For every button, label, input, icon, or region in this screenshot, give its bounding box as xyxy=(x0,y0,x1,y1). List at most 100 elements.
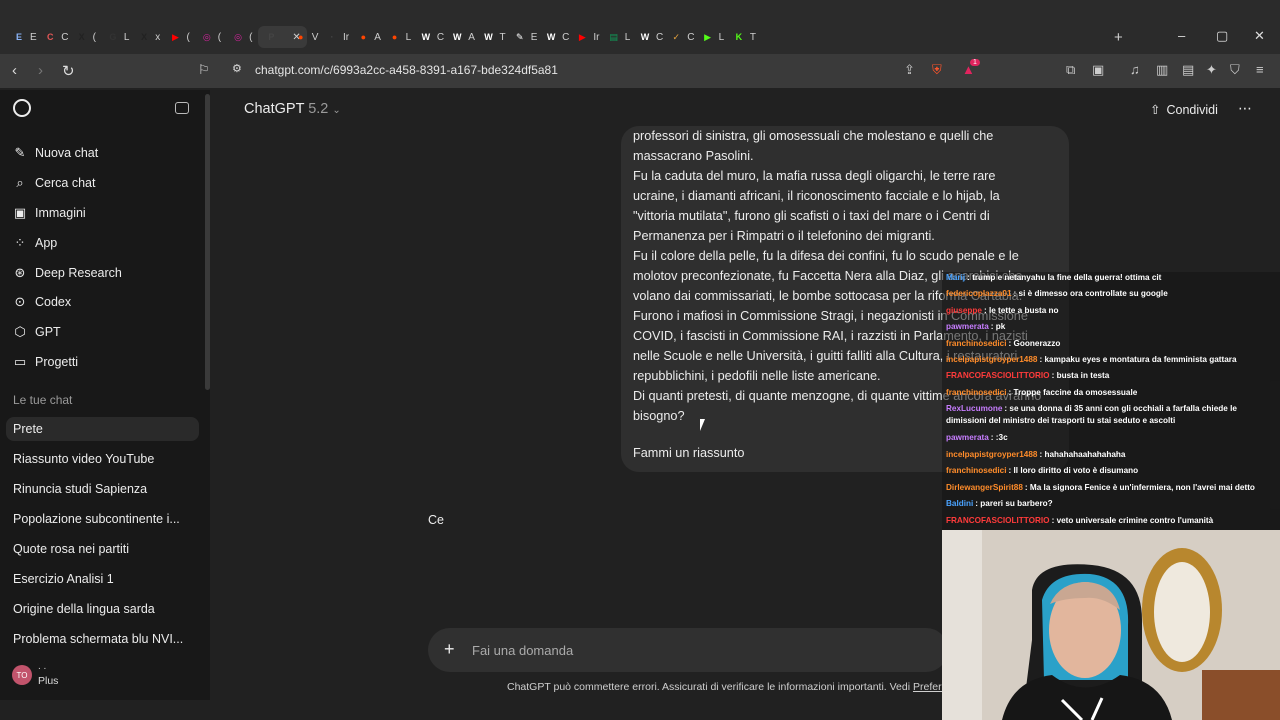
tab-title: C xyxy=(656,31,664,43)
browser-tab[interactable]: WC xyxy=(638,26,663,48)
stream-chat-message: FRANCOFASCIOLITTORIO: busta in testa xyxy=(946,370,1276,382)
sidebar-item-gpt[interactable]: ⬡ GPT xyxy=(13,321,60,343)
minimize-icon[interactable]: – xyxy=(1178,28,1185,43)
tab-favicon-icon: E xyxy=(15,32,22,42)
stream-chat-text: : Ma la signora Fenice è un'infermiera, … xyxy=(1024,483,1255,492)
share-label: Condividi xyxy=(1166,102,1218,117)
browser-tab[interactable]: X( xyxy=(75,26,96,48)
reload-icon[interactable]: ↻ xyxy=(62,62,75,80)
chats-section-title: Le tue chat xyxy=(13,393,73,407)
wallet-icon[interactable]: ▤ xyxy=(1182,62,1194,78)
menu-icon[interactable]: ≡ xyxy=(1256,62,1264,77)
leo-icon[interactable]: ✦ xyxy=(1206,62,1217,78)
list-item[interactable]: Rinuncia studi Sapienza xyxy=(13,482,147,496)
bookmark-icon[interactable]: ⚐ xyxy=(198,62,210,78)
stream-chat-text: : si è dimesso ora controllate su google xyxy=(1013,289,1168,298)
tab-title: L xyxy=(405,31,412,43)
browser-tab[interactable]: ◎( xyxy=(231,26,252,48)
share-page-icon[interactable]: ⇪ xyxy=(904,62,915,78)
list-item[interactable]: Riassunto video YouTube xyxy=(13,452,154,466)
cookie-preferences-link[interactable]: Preferenze sui cookie. xyxy=(913,681,943,693)
list-item[interactable]: Origine della lingua sarda xyxy=(13,602,155,616)
tab-title: Ir xyxy=(593,31,600,43)
tab-favicon-icon: W xyxy=(484,32,493,42)
list-item[interactable]: Quote rosa nei partiti xyxy=(13,542,129,556)
message-line: Fu la caduta del muro, la mafia russa de… xyxy=(633,169,996,183)
stream-chat-text: : le tette a busta no xyxy=(983,306,1059,315)
sidebar-item-deep-research[interactable]: ⊛ Deep Research xyxy=(13,262,122,284)
stream-chat-message: giuseppe: le tette a busta no xyxy=(946,305,1276,317)
sidebar-toggle-icon[interactable] xyxy=(175,102,189,114)
tab-favicon-icon: ✎ xyxy=(516,31,524,42)
share-button[interactable]: ⇧ Condividi xyxy=(1150,102,1218,118)
sidebar-scrollbar[interactable] xyxy=(205,94,210,390)
media-icon[interactable]: ♫ xyxy=(1130,62,1140,77)
list-item[interactable]: Problema schermata blu NVI... xyxy=(13,632,183,646)
back-icon[interactable]: ‹ xyxy=(12,62,17,79)
site-info-icon[interactable]: ⚙ xyxy=(232,62,242,75)
browser-tab[interactable]: CC xyxy=(43,26,68,48)
browser-tab[interactable]: ● V xyxy=(294,26,318,48)
tab-title: x xyxy=(155,31,161,43)
disclaimer: ChatGPT può commettere errori. Assicurat… xyxy=(507,681,943,693)
stream-chat-username: Marij xyxy=(946,273,966,282)
tab-title: E xyxy=(30,31,37,43)
browser-tab[interactable]: ● L xyxy=(388,26,412,48)
model-selector[interactable]: ChatGPT 5.2 ⌄ xyxy=(244,101,341,117)
vpn-icon[interactable]: ⛉ xyxy=(1230,62,1240,78)
tab-favicon-icon: ● xyxy=(391,32,398,42)
sidebar-panel-icon[interactable]: ▥ xyxy=(1156,62,1168,78)
browser-tab[interactable]: ● A xyxy=(356,26,381,48)
browser-tab[interactable]: WT xyxy=(482,26,505,48)
browser-tab[interactable]: EE xyxy=(12,26,37,48)
close-window-icon[interactable]: ✕ xyxy=(1254,28,1265,44)
browser-tab[interactable]: ◎( xyxy=(200,26,221,48)
browser-tab[interactable]: ✎ E xyxy=(513,26,537,48)
stream-chat-text: : trump e netanyahu la fine della guerra… xyxy=(967,273,1162,282)
list-item[interactable]: Esercizio Analisi 1 xyxy=(13,572,114,586)
list-item[interactable]: Prete xyxy=(13,422,43,436)
sidebar-item-app[interactable]: ⁘ App xyxy=(13,232,58,254)
stream-chat-username: RexLucumone xyxy=(946,404,1003,413)
more-options-icon[interactable]: ⋯ xyxy=(1238,100,1252,117)
tab-title: C xyxy=(61,31,69,43)
avatar[interactable]: TO xyxy=(12,665,32,685)
browser-tab[interactable]: WC xyxy=(544,26,569,48)
stream-chat-username: franchinosedici xyxy=(946,388,1007,397)
prompt-input[interactable] xyxy=(472,640,912,660)
browser-tab[interactable]: · Ir xyxy=(325,26,350,48)
attach-plus-icon[interactable]: + xyxy=(444,639,455,660)
brave-shield-icon[interactable]: ⛨ xyxy=(932,62,942,78)
stream-chat-message: DirlewangerSpirit88: Ma la signora Fenic… xyxy=(946,482,1276,494)
browser-tab[interactable]: Xx xyxy=(137,26,160,48)
maximize-icon[interactable]: ▢ xyxy=(1216,28,1228,44)
browser-tab[interactable]: ▶ L xyxy=(701,26,725,48)
stream-chat-username: incelpapistgroyper1488 xyxy=(946,355,1038,364)
sidebar-item-progetti[interactable]: ▭ Progetti xyxy=(13,351,78,373)
list-item[interactable]: Popolazione subcontinente i... xyxy=(13,512,180,526)
rewards-badge: 1 xyxy=(970,59,980,66)
forward-icon[interactable]: › xyxy=(38,62,43,79)
browser-tab[interactable]: WC xyxy=(419,26,444,48)
mouse-cursor-icon xyxy=(700,419,710,431)
tab-favicon-icon: K xyxy=(735,32,743,42)
sidebar-item-cerca-chat[interactable]: ⌕ Cerca chat xyxy=(13,172,95,194)
sidebar-item-nuova-chat[interactable]: ✎ Nuova chat xyxy=(13,142,99,164)
browser-tab[interactable]: WA xyxy=(450,26,475,48)
sidebar-item-immagini[interactable]: ▣ Immagini xyxy=(13,202,86,224)
sidebar-item-codex[interactable]: ⊙ Codex xyxy=(13,291,72,313)
chatgpt-logo-icon[interactable] xyxy=(13,99,31,117)
browser-tab[interactable]: ▤ L xyxy=(607,26,630,48)
browser-tab[interactable]: ▶( xyxy=(169,26,190,48)
extensions-icon[interactable]: ⧉ xyxy=(1066,62,1075,78)
new-tab-button[interactable]: + xyxy=(1114,26,1123,48)
screenshot-icon[interactable]: ▣ xyxy=(1092,62,1104,78)
browser-tab[interactable]: ▶ Ir xyxy=(575,26,600,48)
browser-tab[interactable]: ✓ C xyxy=(669,26,695,48)
tab-title: L xyxy=(718,31,725,43)
tab-favicon-icon: G xyxy=(109,32,117,42)
url-text[interactable]: chatgpt.com/c/6993a2cc-a458-8391-a167-bd… xyxy=(255,63,558,77)
browser-tab[interactable]: GL xyxy=(106,26,129,48)
stream-chat-message: Marij: trump e netanyahu la fine della g… xyxy=(946,272,1276,284)
browser-tab[interactable]: KT xyxy=(732,26,756,48)
